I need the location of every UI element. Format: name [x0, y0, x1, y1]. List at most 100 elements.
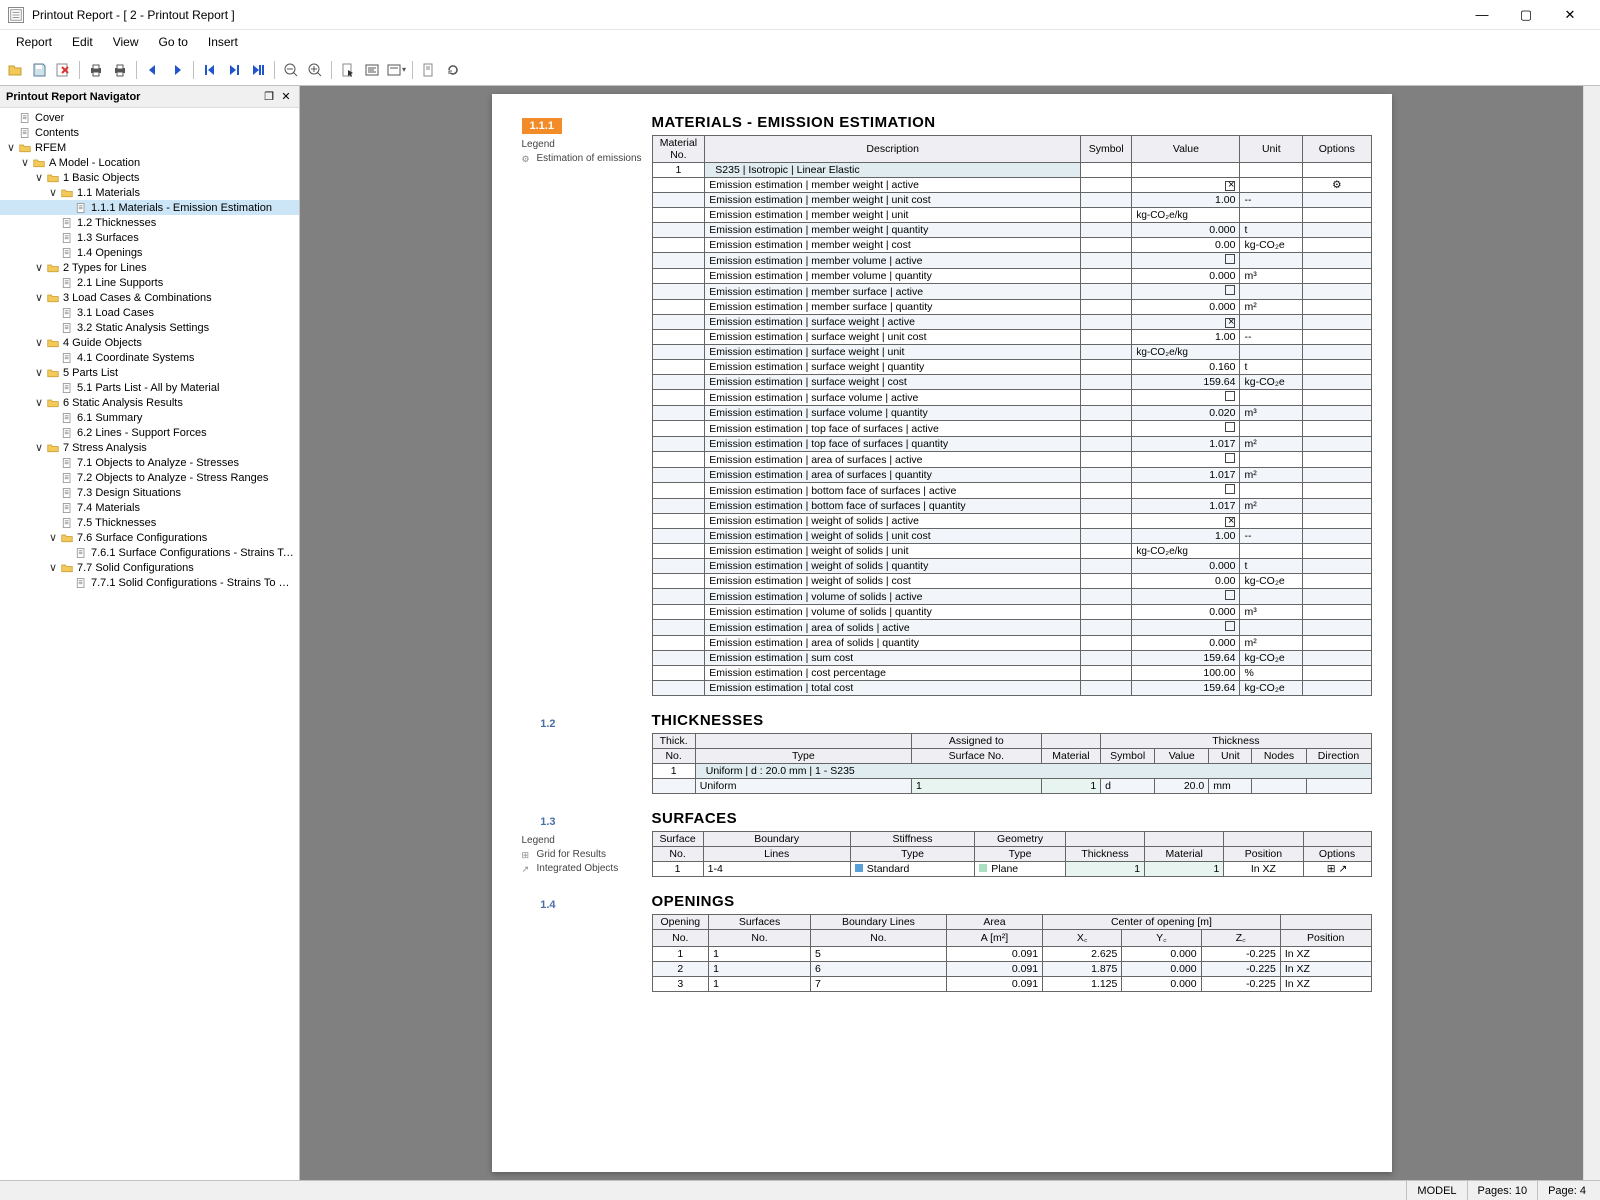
vertical-scrollbar[interactable] [1583, 86, 1600, 1180]
tree-item[interactable]: 7.1 Objects to Analyze - Stresses [0, 455, 299, 470]
surfaces-table: SurfaceBoundaryStiffnessGeometryNo.Lines… [652, 831, 1372, 877]
menu-report[interactable]: Report [6, 32, 62, 52]
menubar: ReportEditViewGo toInsert [0, 30, 1600, 54]
menu-go-to[interactable]: Go to [149, 32, 198, 52]
document-icon [60, 276, 74, 290]
navigator-tree[interactable]: CoverContents∨RFEM∨A Model - Location∨1 … [0, 108, 299, 1180]
selection-icon[interactable] [337, 59, 359, 81]
section-badge: 1.1.1 [522, 118, 562, 134]
first-page-icon[interactable] [199, 59, 221, 81]
document-icon [60, 471, 74, 485]
folder-icon [46, 291, 60, 305]
tree-item[interactable]: 6.1 Summary [0, 410, 299, 425]
status-page: Page: 4 [1537, 1181, 1596, 1200]
tree-item[interactable]: 3.2 Static Analysis Settings [0, 320, 299, 335]
document-icon [60, 381, 74, 395]
folder-icon [46, 396, 60, 410]
menu-insert[interactable]: Insert [198, 32, 248, 52]
folder-icon [46, 441, 60, 455]
folder-icon [18, 141, 32, 155]
tree-item[interactable]: ∨7.7 Solid Configurations [0, 560, 299, 575]
tree-item[interactable]: 1.3 Surfaces [0, 230, 299, 245]
tree-item[interactable]: ∨7.6 Surface Configurations [0, 530, 299, 545]
page-setup-icon[interactable]: ▾ [385, 59, 407, 81]
titlebar: Printout Report - [ 2 - Printout Report … [0, 0, 1600, 30]
maximize-button[interactable]: ▢ [1504, 1, 1548, 29]
close-button[interactable]: ✕ [1548, 1, 1592, 29]
folder-icon [46, 171, 60, 185]
tree-item[interactable]: Cover [0, 110, 299, 125]
goto-page-icon[interactable] [247, 59, 269, 81]
tree-item[interactable]: ∨3 Load Cases & Combinations [0, 290, 299, 305]
edit-content-icon[interactable] [361, 59, 383, 81]
toolbar: ▾ [0, 54, 1600, 86]
folder-icon [46, 366, 60, 380]
zoom-in-icon[interactable] [304, 59, 326, 81]
tree-item[interactable]: ∨6 Static Analysis Results [0, 395, 299, 410]
tree-item[interactable]: 7.3 Design Situations [0, 485, 299, 500]
document-icon [60, 501, 74, 515]
open-icon[interactable] [4, 59, 26, 81]
tree-item[interactable]: 1.4 Openings [0, 245, 299, 260]
print2-icon[interactable] [109, 59, 131, 81]
tree-item[interactable]: ∨7 Stress Analysis [0, 440, 299, 455]
document-icon [60, 351, 74, 365]
document-icon [60, 411, 74, 425]
window-title: Printout Report - [ 2 - Printout Report … [32, 8, 1460, 22]
save-icon[interactable] [28, 59, 50, 81]
document-icon [60, 516, 74, 530]
tree-item[interactable]: ∨1.1 Materials [0, 185, 299, 200]
tree-item[interactable]: ∨RFEM [0, 140, 299, 155]
minimize-button[interactable]: — [1460, 1, 1504, 29]
materials-table: MaterialNo.DescriptionSymbolValueUnitOpt… [652, 135, 1372, 696]
tree-item[interactable]: ∨4 Guide Objects [0, 335, 299, 350]
tree-item[interactable]: 2.1 Line Supports [0, 275, 299, 290]
document-icon [18, 111, 32, 125]
thicknesses-table: Thick.Assigned toThicknessNo.TypeSurface… [652, 733, 1372, 794]
tree-item[interactable]: 7.4 Materials [0, 500, 299, 515]
tree-item[interactable]: ∨A Model - Location [0, 155, 299, 170]
navigator-sidebar: Printout Report Navigator ❐ ✕ CoverConte… [0, 86, 300, 1180]
insert-block-icon[interactable] [418, 59, 440, 81]
navigator-title: Printout Report Navigator [6, 91, 259, 103]
tree-item[interactable]: 1.1.1 Materials - Emission Estimation [0, 200, 299, 215]
folder-icon [60, 561, 74, 575]
document-icon [60, 456, 74, 470]
navigator-close-icon[interactable]: ✕ [279, 90, 293, 104]
print-icon[interactable] [85, 59, 107, 81]
document-icon [74, 546, 88, 560]
menu-edit[interactable]: Edit [62, 32, 103, 52]
tree-item[interactable]: ∨1 Basic Objects [0, 170, 299, 185]
document-icon [74, 576, 88, 590]
status-model: MODEL [1406, 1181, 1466, 1200]
document-icon [74, 201, 88, 215]
document-icon [60, 426, 74, 440]
document-icon [18, 126, 32, 140]
tree-item[interactable]: 7.6.1 Surface Configurations - Strains T… [0, 545, 299, 560]
navigator-float-icon[interactable]: ❐ [262, 90, 276, 104]
openings-table: OpeningSurfacesBoundary LinesAreaCenter … [652, 914, 1372, 992]
document-icon [60, 231, 74, 245]
tree-item[interactable]: 6.2 Lines - Support Forces [0, 425, 299, 440]
tree-item[interactable]: 4.1 Coordinate Systems [0, 350, 299, 365]
refresh-icon[interactable] [442, 59, 464, 81]
tree-item[interactable]: 3.1 Load Cases [0, 305, 299, 320]
tree-item[interactable]: 1.2 Thicknesses [0, 215, 299, 230]
document-icon [60, 486, 74, 500]
tree-item[interactable]: 7.2 Objects to Analyze - Stress Ranges [0, 470, 299, 485]
tree-item[interactable]: Contents [0, 125, 299, 140]
document-icon [60, 246, 74, 260]
tree-item[interactable]: 7.5 Thicknesses [0, 515, 299, 530]
prev-page-icon[interactable] [142, 59, 164, 81]
report-viewport[interactable]: 1.1.1 Legend ⚙Estimation of emissions MA… [300, 86, 1600, 1180]
menu-view[interactable]: View [103, 32, 149, 52]
tree-item[interactable]: 5.1 Parts List - All by Material [0, 380, 299, 395]
folder-icon [60, 531, 74, 545]
tree-item[interactable]: ∨5 Parts List [0, 365, 299, 380]
tree-item[interactable]: ∨2 Types for Lines [0, 260, 299, 275]
zoom-out-icon[interactable] [280, 59, 302, 81]
last-page-icon[interactable] [223, 59, 245, 81]
next-page-icon[interactable] [166, 59, 188, 81]
close-doc-icon[interactable] [52, 59, 74, 81]
tree-item[interactable]: 7.7.1 Solid Configurations - Strains To … [0, 575, 299, 590]
